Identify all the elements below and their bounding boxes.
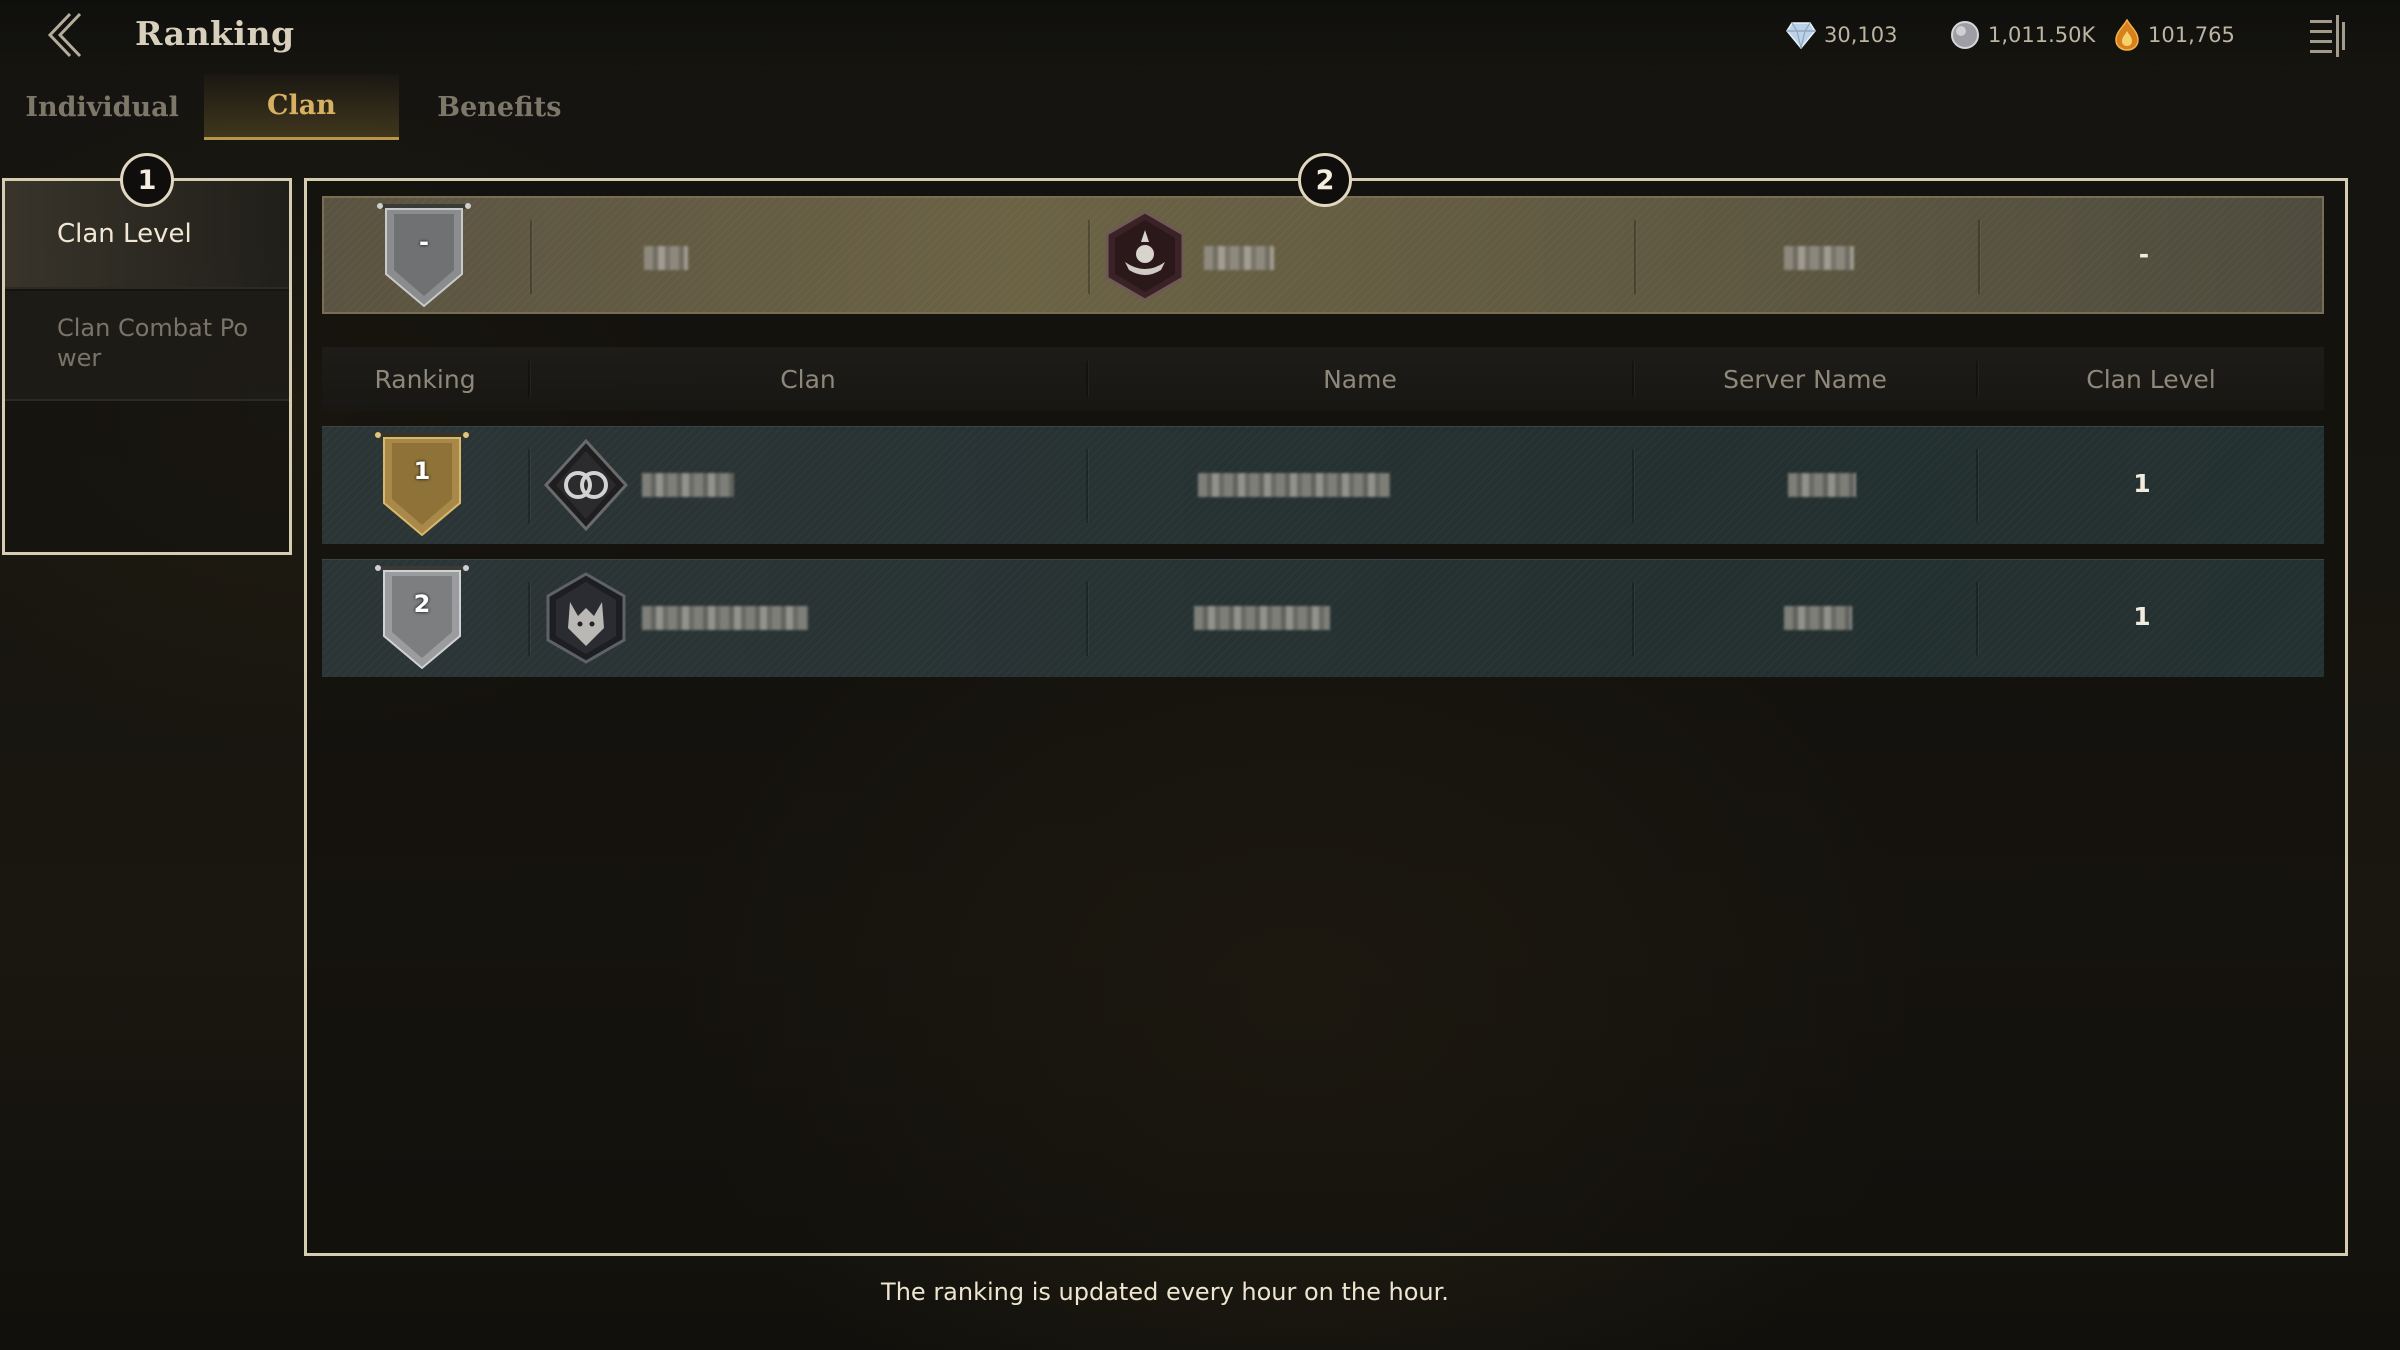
menu-button[interactable] xyxy=(2306,12,2350,60)
tab-benefits[interactable]: Benefits xyxy=(399,74,600,140)
column-divider xyxy=(530,220,532,294)
category-sidebar: Clan Level Clan Combat Power xyxy=(2,178,292,555)
clan-level-value: 1 xyxy=(2133,469,2151,498)
redacted-server-name xyxy=(1784,246,1854,270)
sidebar-item-clan-combat-power[interactable]: Clan Combat Power xyxy=(5,291,289,401)
diamond-amount: 30,103 xyxy=(1824,23,1898,47)
redacted-server-name xyxy=(1784,606,1852,630)
my-clan-row[interactable]: - - xyxy=(322,196,2324,314)
redacted-clan-name xyxy=(644,246,688,270)
sidebar-item-label: Clan Combat Power xyxy=(57,314,249,372)
currency-flame[interactable]: 101,765 xyxy=(2114,19,2235,51)
flame-gem-icon xyxy=(2115,19,2139,51)
currency-diamond[interactable]: 30,103 xyxy=(1786,20,1897,50)
redacted-leader-name xyxy=(1194,606,1330,630)
silver-banner-icon xyxy=(377,203,471,308)
table-row[interactable]: 1 1 xyxy=(322,426,2324,544)
tab-individual[interactable]: Individual xyxy=(0,74,204,140)
update-notice: The ranking is updated every hour on the… xyxy=(881,1278,1449,1306)
column-header-clan: Clan xyxy=(780,364,836,394)
diamond-icon xyxy=(1786,22,1816,49)
redacted-leader-name xyxy=(1204,246,1274,270)
ranking-panel: - - Ranking Clan Name Server Name Clan L… xyxy=(304,178,2348,1256)
currency-silver[interactable]: 1,011.50K xyxy=(1950,20,2095,50)
tab-bar: Individual Clan Benefits xyxy=(0,74,600,140)
redacted-server-name xyxy=(1788,473,1856,497)
my-rank: - xyxy=(419,228,429,256)
rank-number: 1 xyxy=(413,457,431,485)
column-header-server-name: Server Name xyxy=(1723,364,1887,394)
silver-amount: 1,011.50K xyxy=(1988,23,2096,47)
back-chevron-icon xyxy=(47,12,82,58)
silver-orb-icon xyxy=(1951,21,1979,49)
column-header-name: Name xyxy=(1323,364,1397,394)
column-divider xyxy=(1088,220,1090,294)
clan-lamp-emblem-icon xyxy=(1105,210,1185,302)
column-header-ranking: Ranking xyxy=(374,364,476,394)
flame-amount: 101,765 xyxy=(2148,23,2235,47)
gold-banner-icon xyxy=(375,432,469,537)
callout-marker-1: 1 xyxy=(120,153,174,207)
clan-level-value: 1 xyxy=(2133,602,2151,631)
column-divider xyxy=(528,582,530,656)
column-header-clan-level: Clan Level xyxy=(2086,364,2216,394)
redacted-clan-name xyxy=(642,473,734,497)
column-divider xyxy=(1632,449,1634,523)
callout-marker-2: 2 xyxy=(1298,153,1352,207)
column-divider xyxy=(1978,220,1980,294)
column-divider xyxy=(528,449,530,523)
table-header: Ranking Clan Name Server Name Clan Level xyxy=(322,347,2324,411)
top-bar: Ranking 30,103 1,011.50K 101,765 xyxy=(0,0,2400,70)
redacted-leader-name xyxy=(1198,473,1390,497)
table-row[interactable]: 2 1 xyxy=(322,559,2324,677)
silver-banner-icon xyxy=(375,565,469,670)
sidebar-item-label: Clan Level xyxy=(57,219,192,249)
tab-clan[interactable]: Clan xyxy=(204,74,399,140)
menu-collapse-icon xyxy=(2310,15,2345,57)
page-title: Ranking xyxy=(135,14,295,53)
my-clan-level: - xyxy=(2138,240,2150,269)
rank-number: 2 xyxy=(413,590,431,618)
column-divider xyxy=(1976,582,1978,656)
back-button[interactable] xyxy=(40,10,90,60)
column-divider xyxy=(1086,449,1088,523)
clan-serpent-emblem-icon xyxy=(544,439,628,531)
column-divider xyxy=(1632,582,1634,656)
clan-wolf-emblem-icon xyxy=(546,572,626,664)
column-divider xyxy=(1086,582,1088,656)
column-divider xyxy=(1976,449,1978,523)
redacted-clan-name xyxy=(642,606,808,630)
column-divider xyxy=(1634,220,1636,294)
